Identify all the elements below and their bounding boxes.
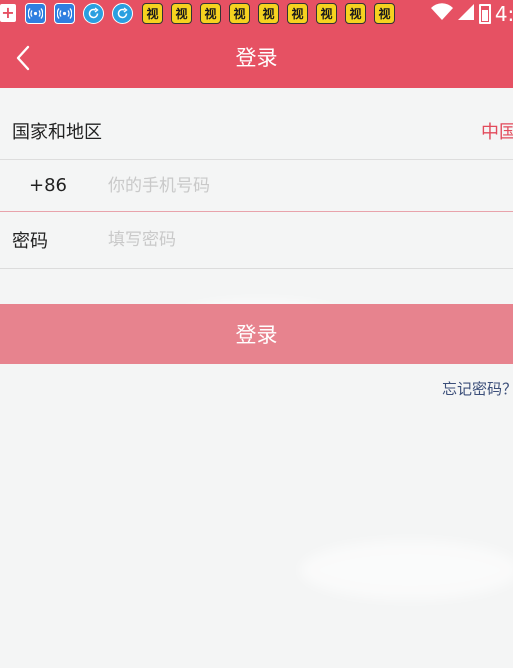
password-input[interactable] bbox=[108, 212, 503, 268]
app-icon: 视 bbox=[316, 3, 337, 24]
app-icon: 视 bbox=[287, 3, 308, 24]
app-icon: 视 bbox=[142, 3, 163, 24]
sync-icon bbox=[112, 3, 133, 24]
phone-row: +86 bbox=[0, 160, 513, 212]
status-bar: + 视 视 视 视 视 视 视 视 视 4:5 bbox=[0, 0, 513, 28]
country-row[interactable]: 国家和地区 中国 bbox=[0, 103, 513, 160]
page-title: 登录 bbox=[235, 46, 278, 70]
background-streak bbox=[300, 540, 513, 600]
status-time: 4:5 bbox=[494, 2, 513, 26]
login-button[interactable]: 登录 bbox=[0, 304, 513, 364]
broadcast-icon bbox=[25, 3, 46, 24]
app-icon: 视 bbox=[374, 3, 395, 24]
forgot-password-link[interactable]: 忘记密码？ bbox=[442, 378, 513, 399]
sync-icon bbox=[83, 3, 104, 24]
chevron-left-icon bbox=[16, 45, 30, 71]
wifi-icon bbox=[430, 2, 453, 26]
country-label: 国家和地区 bbox=[12, 122, 102, 143]
signal-icon bbox=[457, 2, 475, 26]
back-button[interactable] bbox=[0, 28, 46, 88]
system-tray: 4:5 bbox=[430, 0, 513, 28]
app-icon: 视 bbox=[258, 3, 279, 24]
battery-icon bbox=[478, 4, 491, 24]
plus-icon: + bbox=[0, 3, 16, 22]
title-bar: 登录 bbox=[0, 28, 513, 88]
login-form: 国家和地区 中国 +86 密码 bbox=[0, 103, 513, 269]
broadcast-icon bbox=[54, 3, 75, 24]
app-icon: 视 bbox=[200, 3, 221, 24]
password-row: 密码 bbox=[0, 212, 513, 269]
password-label: 密码 bbox=[12, 231, 48, 252]
app-icon: 视 bbox=[229, 3, 250, 24]
country-value[interactable]: 中国 bbox=[481, 103, 513, 159]
country-code: +86 bbox=[29, 175, 67, 196]
login-screen: + 视 视 视 视 视 视 视 视 视 4:5 bbox=[0, 0, 513, 668]
app-icon: 视 bbox=[345, 3, 366, 24]
app-icon: 视 bbox=[171, 3, 192, 24]
phone-input[interactable] bbox=[108, 160, 503, 211]
